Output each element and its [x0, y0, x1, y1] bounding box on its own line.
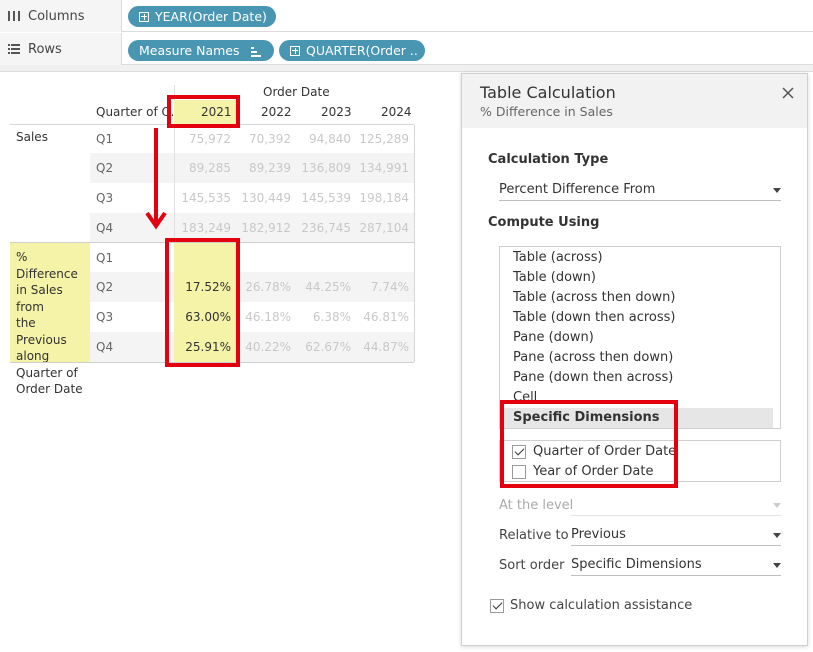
- sales-cell[interactable]: 145,535: [174, 183, 236, 213]
- divider: [414, 125, 415, 362]
- pct-cell[interactable]: 7.74%: [356, 272, 414, 302]
- compute-option[interactable]: Table (down then across): [513, 310, 675, 325]
- sales-cell[interactable]: 198,184: [356, 183, 414, 213]
- row-header-quarter: Quarter of O..: [96, 105, 179, 119]
- chevron-down-icon: [773, 533, 781, 538]
- arrow-down-icon: [145, 128, 167, 230]
- sales-cell[interactable]: 89,239: [236, 153, 296, 183]
- quarter-label: Q3: [96, 310, 114, 324]
- columns-shelf-label: Columns: [0, 0, 122, 32]
- rows-icon: [7, 43, 21, 55]
- pct-cell[interactable]: 44.25%: [296, 272, 356, 302]
- chevron-down-icon: [773, 563, 781, 568]
- expand-icon[interactable]: [290, 45, 300, 56]
- rows-shelf: Rows Measure Names QUARTER(Order ..: [0, 33, 813, 65]
- crosstab-view: Order Date Quarter of O.. 2021 2022 2023…: [0, 73, 460, 652]
- pct-cell[interactable]: 6.38%: [296, 302, 356, 332]
- measure-label-sales[interactable]: Sales: [10, 125, 90, 149]
- at-the-level-dropdown: [571, 494, 781, 516]
- pill-measure-names[interactable]: Measure Names: [128, 40, 274, 61]
- shelf-divider: [0, 65, 813, 72]
- dialog-title: Table Calculation: [480, 83, 616, 102]
- sales-cell[interactable]: 145,539: [296, 183, 356, 213]
- compute-option[interactable]: Table (across): [513, 250, 603, 265]
- rows-label-text: Rows: [28, 41, 62, 57]
- columns-label-text: Columns: [28, 8, 85, 24]
- close-icon[interactable]: [781, 85, 795, 99]
- pill-year-order-date[interactable]: YEAR(Order Date): [128, 6, 276, 27]
- pct-cell[interactable]: 44.87%: [356, 332, 414, 362]
- show-assistance-checkbox[interactable]: [490, 599, 504, 613]
- measure-label-pct-diff[interactable]: % Difference in Sales from the Previous …: [10, 243, 90, 396]
- dialog-header: Table Calculation % Difference in Sales: [462, 74, 807, 128]
- quarter-label: Q4: [96, 221, 114, 235]
- relative-to-dropdown[interactable]: Previous: [571, 524, 781, 546]
- sales-cell[interactable]: 94,840: [296, 125, 356, 153]
- relative-to-label: Relative to: [499, 528, 569, 543]
- expand-icon[interactable]: [139, 11, 149, 22]
- chevron-down-icon: [773, 188, 781, 193]
- sales-cell[interactable]: 75,972: [174, 125, 236, 153]
- year-header-2024[interactable]: 2024: [381, 105, 412, 119]
- quarter-label: Q1: [96, 132, 114, 146]
- sort-order-label: Sort order: [499, 558, 565, 573]
- quarter-label: Q4: [96, 340, 114, 354]
- annotation-box-2021-pct: [165, 238, 240, 367]
- year-header-2023[interactable]: 2023: [321, 105, 352, 119]
- pct-cell[interactable]: 46.81%: [356, 302, 414, 332]
- sales-cell[interactable]: 125,289: [356, 125, 414, 153]
- columns-icon: [7, 10, 21, 22]
- calculation-type-dropdown[interactable]: Percent Difference From: [499, 179, 781, 201]
- annotation-box-dimensions: [500, 400, 678, 488]
- compute-using-heading: Compute Using: [488, 215, 600, 230]
- pill-quarter-order-date[interactable]: QUARTER(Order ..: [279, 40, 425, 61]
- chevron-down-icon: [773, 503, 781, 508]
- quarter-label: Q1: [96, 250, 114, 265]
- compute-option[interactable]: Pane (down): [513, 330, 594, 345]
- compute-option[interactable]: Pane (across then down): [513, 350, 673, 365]
- column-header-title: Order Date: [263, 85, 330, 99]
- rows-shelf-label: Rows: [0, 33, 122, 65]
- show-assistance-label[interactable]: Show calculation assistance: [510, 598, 692, 613]
- sales-cell[interactable]: 134,991: [356, 153, 414, 183]
- pct-cell[interactable]: 46.18%: [236, 302, 296, 332]
- sales-cell[interactable]: 287,104: [356, 213, 414, 243]
- sales-cell[interactable]: 182,912: [236, 213, 296, 243]
- sales-cell[interactable]: 89,285: [174, 153, 236, 183]
- columns-shelf: Columns YEAR(Order Date): [0, 0, 813, 32]
- pct-cell[interactable]: 26.78%: [236, 272, 296, 302]
- table-calculation-dialog: Table Calculation % Difference in Sales …: [461, 73, 808, 646]
- annotation-box-2021-header: [167, 95, 240, 128]
- sales-cell[interactable]: 70,392: [236, 125, 296, 153]
- sort-icon[interactable]: [251, 45, 262, 60]
- quarter-label: Q3: [96, 191, 114, 205]
- at-the-level-label: At the level: [499, 498, 574, 513]
- pct-cell[interactable]: 40.22%: [236, 332, 296, 362]
- sales-cell[interactable]: 136,809: [296, 153, 356, 183]
- quarter-label: Q2: [96, 280, 114, 294]
- dialog-subtitle: % Difference in Sales: [480, 104, 613, 119]
- compute-option[interactable]: Pane (down then across): [513, 370, 673, 385]
- pct-cell[interactable]: 62.67%: [296, 332, 356, 362]
- sales-cell[interactable]: 236,745: [296, 213, 356, 243]
- sort-order-dropdown[interactable]: Specific Dimensions: [571, 554, 781, 576]
- quarter-label: Q2: [96, 161, 114, 175]
- compute-option[interactable]: Table (down): [513, 270, 596, 285]
- calculation-type-heading: Calculation Type: [488, 152, 609, 167]
- compute-option[interactable]: Table (across then down): [513, 290, 675, 305]
- year-header-2022[interactable]: 2022: [261, 105, 292, 119]
- sales-cell[interactable]: 130,449: [236, 183, 296, 213]
